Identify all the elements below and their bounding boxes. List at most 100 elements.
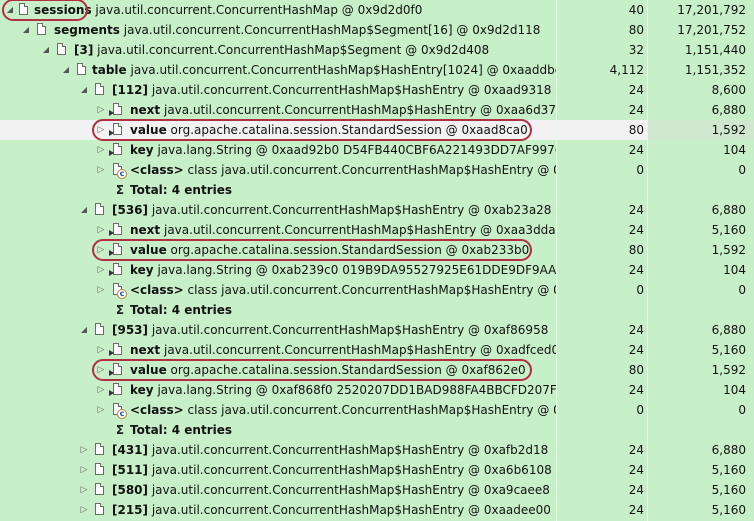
object-cell: Σ Total: 4 entries [0, 300, 556, 320]
collapsed-triangle-icon[interactable]: ▷ [78, 480, 90, 500]
field-name: [112] [112, 83, 149, 97]
object-cell: ▷ [431] java.util.concurrent.ConcurrentHa… [0, 440, 556, 460]
highlight-oval [92, 239, 532, 261]
shallow-heap-cell: 24 [557, 380, 647, 400]
object-description: class java.util.concurrent.ConcurrentHas… [183, 403, 556, 417]
object-cell: ▷ next java.util.concurrent.ConcurrentHas… [0, 220, 556, 240]
object-label: Total: 4 entries [130, 180, 232, 200]
retained-heap-cell: 6,880 [648, 320, 754, 340]
retained-heap-cell: 17,201,792 [648, 0, 754, 20]
tree-row[interactable]: ▷ next java.util.concurrent.ConcurrentHas… [0, 100, 754, 120]
object-label: [536] java.util.concurrent.ConcurrentHas… [112, 200, 551, 220]
collapsed-triangle-icon[interactable]: ▷ [95, 160, 107, 180]
collapsed-triangle-icon[interactable]: ▷ [78, 440, 90, 460]
object-description: java.lang.String @ 0xab239c0 019B9DA9552… [153, 263, 556, 277]
object-label: key java.lang.String @ 0xab239c0 019B9DA… [130, 260, 556, 280]
tree-row[interactable]: ◢ [953] java.util.concurrent.ConcurrentHa… [0, 320, 754, 340]
object-cell: ◢ [953] java.util.concurrent.ConcurrentHa… [0, 320, 556, 340]
object-cell: ◢ [536] java.util.concurrent.ConcurrentHa… [0, 200, 556, 220]
reference-arrow-icon [109, 383, 124, 397]
highlight-oval [92, 119, 532, 141]
collapsed-triangle-icon[interactable]: ▷ [78, 500, 90, 520]
object-description: java.lang.String @ 0xaf868f0 2520207DD1B… [153, 383, 556, 397]
tree-row[interactable]: ▷ [215] java.util.concurrent.ConcurrentHa… [0, 500, 754, 520]
expanded-triangle-icon[interactable]: ◢ [40, 40, 52, 60]
field-name: <class> [130, 283, 184, 297]
collapsed-triangle-icon[interactable]: ▷ [95, 220, 107, 240]
tree-row[interactable]: ◢ [3] java.util.concurrent.ConcurrentHash… [0, 40, 754, 60]
tree-row[interactable]: Σ Total: 4 entries [0, 300, 754, 320]
shallow-heap-cell: 80 [557, 360, 647, 380]
shallow-heap-cell: 24 [557, 80, 647, 100]
field-name: key [130, 263, 154, 277]
retained-heap-cell: 1,592 [648, 120, 754, 140]
field-name: [536] [112, 203, 149, 217]
collapsed-triangle-icon[interactable]: ▷ [95, 100, 107, 120]
expanded-triangle-icon[interactable]: ◢ [78, 200, 90, 220]
tree-row[interactable]: ▷ c <class> class java.util.concurrent.Con… [0, 160, 754, 180]
field-name: key [130, 383, 154, 397]
heap-object-tree[interactable]: ◢ sessions java.util.concurrent.Concurren… [0, 0, 754, 521]
tree-row[interactable]: Σ Total: 4 entries [0, 180, 754, 200]
tree-row[interactable]: ▷ [511] java.util.concurrent.ConcurrentHa… [0, 460, 754, 480]
object-label: [112] java.util.concurrent.ConcurrentHas… [112, 80, 551, 100]
shallow-heap-cell: 80 [557, 20, 647, 40]
shallow-heap-cell: 24 [557, 200, 647, 220]
object-description: java.util.concurrent.ConcurrentHashMap$H… [148, 483, 550, 497]
tree-row[interactable]: ▷ key java.lang.String @ 0xab239c0 019B9D… [0, 260, 754, 280]
tree-row[interactable]: ▷ key java.lang.String @ 0xaad92b0 D54FB4… [0, 140, 754, 160]
object-cell: Σ Total: 4 entries [0, 420, 556, 440]
retained-heap-cell: 1,151,352 [648, 60, 754, 80]
class-icon: c [112, 403, 127, 419]
tree-row[interactable]: Σ Total: 4 entries [0, 420, 754, 440]
tree-row[interactable]: ▷ next java.util.concurrent.ConcurrentHas… [0, 220, 754, 240]
object-label: key java.lang.String @ 0xaad92b0 D54FB44… [130, 140, 556, 160]
retained-heap-cell: 104 [648, 140, 754, 160]
object-document-icon [94, 443, 106, 457]
collapsed-triangle-icon[interactable]: ▷ [95, 280, 107, 300]
tree-row[interactable]: ▷ next java.util.concurrent.ConcurrentHas… [0, 340, 754, 360]
field-name: Total: 4 entries [130, 183, 233, 197]
object-cell: ▷ c <class> class java.util.concurrent.Con… [0, 400, 556, 420]
retained-heap-cell: 5,160 [648, 500, 754, 520]
highlight-oval [92, 359, 532, 381]
field-name: Total: 4 entries [130, 423, 233, 437]
tree-row[interactable]: ◢ segments java.util.concurrent.Concurren… [0, 20, 754, 40]
tree-row[interactable]: ◢ [536] java.util.concurrent.ConcurrentHa… [0, 200, 754, 220]
tree-row[interactable]: ◢ sessions java.util.concurrent.Concurren… [0, 0, 754, 20]
tree-row[interactable]: ▷ c <class> class java.util.concurrent.Con… [0, 400, 754, 420]
collapsed-triangle-icon[interactable]: ▷ [95, 260, 107, 280]
tree-row[interactable]: ◢ table java.util.concurrent.ConcurrentHa… [0, 60, 754, 80]
reference-arrow-icon [109, 343, 124, 357]
collapsed-triangle-icon[interactable]: ▷ [95, 380, 107, 400]
reference-arrow-icon [109, 263, 124, 277]
expanded-triangle-icon[interactable]: ◢ [20, 20, 32, 40]
object-description: java.util.concurrent.ConcurrentHashMap$H… [160, 103, 556, 117]
shallow-heap-cell: 0 [557, 160, 647, 180]
object-description: java.util.concurrent.ConcurrentHashMap$H… [160, 343, 556, 357]
collapsed-triangle-icon[interactable]: ▷ [95, 400, 107, 420]
object-cell: ◢ [3] java.util.concurrent.ConcurrentHash… [0, 40, 556, 60]
shallow-heap-cell [557, 300, 647, 320]
tree-row[interactable]: ▷ [580] java.util.concurrent.ConcurrentHa… [0, 480, 754, 500]
field-name: next [130, 223, 161, 237]
retained-heap-cell: 1,592 [648, 360, 754, 380]
tree-row[interactable]: ◢ [112] java.util.concurrent.ConcurrentHa… [0, 80, 754, 100]
expanded-triangle-icon[interactable]: ◢ [78, 80, 90, 100]
field-name: Total: 4 entries [130, 303, 233, 317]
tree-row[interactable]: ▷ c <class> class java.util.concurrent.Con… [0, 280, 754, 300]
object-description: java.util.concurrent.ConcurrentHashMap$H… [148, 503, 551, 517]
collapsed-triangle-icon[interactable]: ▷ [78, 460, 90, 480]
collapsed-triangle-icon[interactable]: ▷ [95, 340, 107, 360]
object-document-icon [94, 463, 106, 477]
object-cell: Σ Total: 4 entries [0, 180, 556, 200]
shallow-heap-cell: 24 [557, 100, 647, 120]
expanded-triangle-icon[interactable]: ◢ [60, 60, 72, 80]
object-cell: ▷ key java.lang.String @ 0xaf868f0 252020… [0, 380, 556, 400]
tree-row[interactable]: ▷ [431] java.util.concurrent.ConcurrentHa… [0, 440, 754, 460]
tree-row[interactable]: ▷ key java.lang.String @ 0xaf868f0 252020… [0, 380, 754, 400]
collapsed-triangle-icon[interactable]: ▷ [95, 140, 107, 160]
expanded-triangle-icon[interactable]: ◢ [78, 320, 90, 340]
field-name: key [130, 143, 154, 157]
shallow-heap-cell: 80 [557, 120, 647, 140]
